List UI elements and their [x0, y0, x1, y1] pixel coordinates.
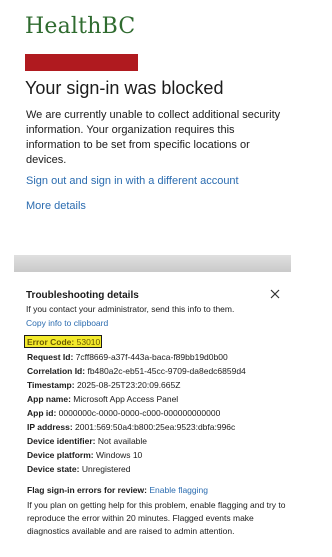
sign-out-link[interactable]: Sign out and sign in with a different ac… [26, 175, 239, 187]
detail-row: App name: Microsoft App Access Panel [27, 394, 179, 404]
detail-row: Device platform: Windows 10 [27, 450, 143, 460]
troubleshooting-title: Troubleshooting details [26, 290, 139, 301]
more-details-link[interactable]: More details [26, 200, 86, 212]
sign-in-card: HealthBC Your sign-in was blocked We are… [0, 0, 332, 252]
detail-row: Device identifier: Not available [27, 436, 148, 446]
detail-row: Timestamp: 2025-08-25T23:20:09.665Z [27, 380, 181, 390]
redacted-bar [25, 54, 138, 71]
detail-row: IP address: 2001:569:50a4:b800:25ea:9523… [27, 422, 236, 432]
section-divider [14, 255, 291, 272]
detail-row: Correlation Id: fb480a2c-eb51-45cc-9709-… [27, 366, 246, 376]
close-icon[interactable] [268, 287, 282, 301]
brand-logo: HealthBC [25, 14, 136, 39]
details-list: Request Id: 7cff8669-a37f-443a-baca-f89b… [27, 350, 317, 476]
page-title: Your sign-in was blocked [25, 78, 224, 98]
flag-errors-label: Flag sign-in errors for review: [27, 485, 147, 495]
detail-row: App id: 0000000c-0000-0000-c000-00000000… [27, 408, 221, 418]
blocked-message: We are currently unable to collect addit… [26, 109, 281, 166]
enable-flagging-link[interactable]: Enable flagging [149, 485, 208, 495]
troubleshooting-subtitle: If you contact your administrator, send … [26, 304, 235, 314]
detail-row: Device state: Unregistered [27, 464, 131, 474]
copy-info-link[interactable]: Copy info to clipboard [26, 318, 108, 328]
detail-row: Request Id: 7cff8669-a37f-443a-baca-f89b… [27, 352, 228, 362]
flag-errors-line: Flag sign-in errors for review: Enable f… [27, 485, 208, 495]
error-code: Error Code: 53010 [27, 337, 100, 347]
error-code-label: Error Code: [27, 337, 75, 347]
error-code-value: 53010 [76, 337, 101, 347]
flag-description: If you plan on getting help for this pro… [27, 500, 286, 536]
